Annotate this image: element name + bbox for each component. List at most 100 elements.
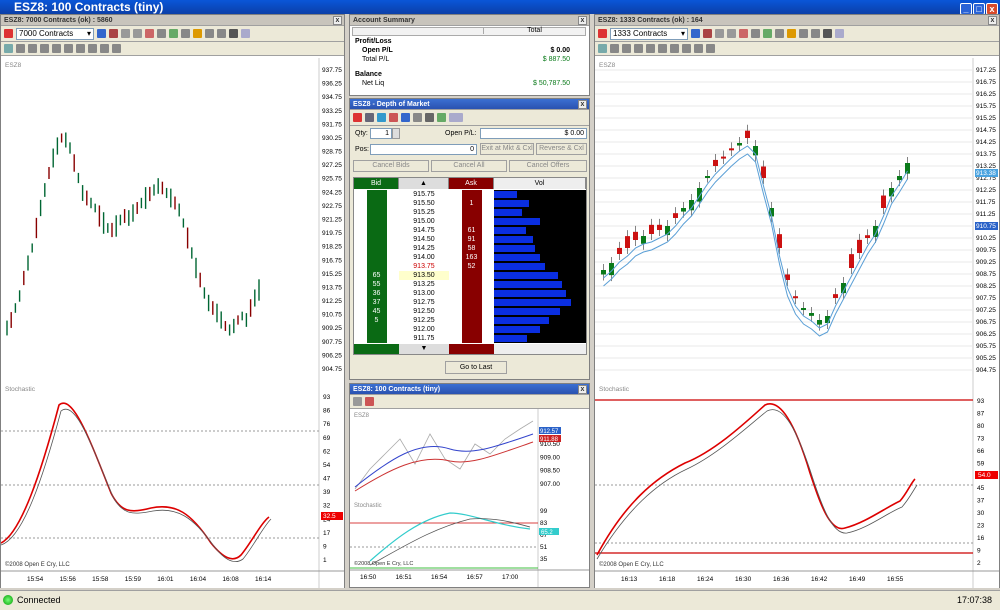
dom-row[interactable]: 913.75 52 <box>354 262 586 271</box>
draw-icon[interactable] <box>739 29 748 38</box>
dom-row[interactable]: 915.50 1 <box>354 199 586 208</box>
dom-bid-cell[interactable] <box>366 244 387 253</box>
indicator-icon[interactable] <box>703 29 712 38</box>
dom-ask-cell[interactable] <box>461 316 482 325</box>
mini-price-chart[interactable]: ESZ8910.50909.00908.50907.00912.57911.88 <box>350 409 589 499</box>
chart-type-icon[interactable] <box>691 29 700 38</box>
left-contracts-select[interactable]: 7000 Contracts ▾ <box>16 27 94 40</box>
dom-bid-cell[interactable]: 45 <box>366 307 387 316</box>
bell-icon[interactable] <box>389 113 398 122</box>
dom-header-up_arrow[interactable]: ▲ <box>399 178 449 189</box>
paste-icon[interactable] <box>811 29 820 38</box>
mini-chart-close-button[interactable]: x <box>578 385 587 394</box>
dom-bid-cell[interactable] <box>366 226 387 235</box>
dom-bid-cell[interactable]: 65 <box>366 271 387 280</box>
dom-bid-cell[interactable] <box>366 199 387 208</box>
grid-icon[interactable] <box>365 113 374 122</box>
balance-icon[interactable] <box>425 113 434 122</box>
check-icon[interactable] <box>437 113 446 122</box>
dom-bid-cell[interactable] <box>366 208 387 217</box>
right-stochastic-chart[interactable]: Stochastic9387807366595245373023169254.0… <box>595 383 999 588</box>
dom-ask-cell[interactable]: 52 <box>461 262 482 271</box>
dom-row[interactable]: 911.75 <box>354 334 586 343</box>
dom-ask-cell[interactable]: 1 <box>461 199 482 208</box>
dom-row[interactable]: 5 912.25 <box>354 316 586 325</box>
cancel-all-button[interactable]: Cancel All <box>431 160 507 172</box>
cursor-icon[interactable] <box>241 29 250 38</box>
cancel-offers-button[interactable]: Cancel Offers <box>509 160 587 172</box>
dom-ask-cell[interactable] <box>461 289 482 298</box>
dom-row[interactable]: 914.00 163 <box>354 253 586 262</box>
paste-icon[interactable] <box>217 29 226 38</box>
fib-tool-icon[interactable] <box>634 44 643 53</box>
magnet-tool-icon[interactable] <box>112 44 121 53</box>
line-tool-icon[interactable] <box>16 44 25 53</box>
hline-tool-icon[interactable] <box>28 44 37 53</box>
dom-close-button[interactable]: x <box>578 100 587 109</box>
dom-header-col_vol[interactable]: Vol <box>494 178 586 189</box>
hline-tool-icon[interactable] <box>622 44 631 53</box>
account-summary-close-button[interactable]: x <box>578 16 587 25</box>
dom-ask-cell[interactable] <box>461 208 482 217</box>
text-tool-icon[interactable] <box>52 44 61 53</box>
dom-ask-cell[interactable] <box>461 334 482 343</box>
copy-icon[interactable] <box>799 29 808 38</box>
indicator-icon[interactable] <box>109 29 118 38</box>
dom-row[interactable]: 915.75 <box>354 190 586 199</box>
dom-ask-cell[interactable]: 163 <box>461 253 482 262</box>
dom-row[interactable]: 55 913.25 <box>354 280 586 289</box>
dom-bid-cell[interactable]: 55 <box>366 280 387 289</box>
dom-ask-cell[interactable] <box>461 298 482 307</box>
arrow-tool-icon[interactable] <box>100 44 109 53</box>
channel-tool-icon[interactable] <box>682 44 691 53</box>
channel-tool-icon[interactable] <box>88 44 97 53</box>
settings-icon[interactable] <box>823 29 832 38</box>
right-chart-close-button[interactable]: x <box>988 16 997 25</box>
rect-tool-icon[interactable] <box>64 44 73 53</box>
zoom-in-icon[interactable] <box>353 397 362 406</box>
dom-ask-cell[interactable]: 91 <box>461 235 482 244</box>
dom-bid-cell[interactable]: 36 <box>366 289 387 298</box>
right-price-chart[interactable]: ESZ8 917.25 916.75 916.25 915.75 915.25 914.75… <box>595 58 999 383</box>
dom-ask-cell[interactable] <box>461 217 482 226</box>
fib-tool-icon[interactable] <box>40 44 49 53</box>
qty-input[interactable]: 1 <box>370 128 392 139</box>
dom-row[interactable]: 914.50 91 <box>354 235 586 244</box>
select-tool-icon[interactable] <box>598 44 607 53</box>
eraser-tool-icon[interactable] <box>670 44 679 53</box>
dom-ask-cell[interactable] <box>461 307 482 316</box>
dom-bid-cell[interactable] <box>366 190 387 199</box>
dom-bid-cell[interactable] <box>366 334 387 343</box>
mini-stochastic-chart[interactable]: Stochastic998367513565.2©2008 Open E Cry… <box>350 499 589 587</box>
eraser-tool-icon[interactable] <box>76 44 85 53</box>
exit-at-mkt-button[interactable]: Exit at Mkt & Cxl <box>480 143 534 155</box>
pin-icon[interactable] <box>353 113 362 122</box>
dom-row[interactable]: 912.00 <box>354 325 586 334</box>
dom-bid-cell[interactable] <box>366 325 387 334</box>
dom-ask-cell[interactable] <box>461 325 482 334</box>
dom-row[interactable]: 36 913.00 <box>354 289 586 298</box>
dom-bid-cell[interactable] <box>366 262 387 271</box>
trend-icon[interactable] <box>763 29 772 38</box>
left-stochastic-chart[interactable]: Stochastic93867669625447393224179132.5©2… <box>1 383 344 588</box>
globe-icon[interactable] <box>377 113 386 122</box>
dom-bid-cell[interactable]: 37 <box>366 298 387 307</box>
dom-ask-cell[interactable] <box>461 190 482 199</box>
dom-row[interactable]: 914.75 61 <box>354 226 586 235</box>
cursor-icon[interactable] <box>835 29 844 38</box>
grid-icon[interactable] <box>157 29 166 38</box>
dom-row[interactable]: 37 912.75 <box>354 298 586 307</box>
dom-row[interactable]: 915.25 <box>354 208 586 217</box>
zoom-in-icon[interactable] <box>715 29 724 38</box>
dom-footer-cell[interactable]: ▼ <box>399 344 449 354</box>
dom-bid-cell[interactable] <box>366 235 387 244</box>
zoom-out-icon[interactable] <box>365 397 374 406</box>
qty-stepper[interactable] <box>392 128 400 139</box>
draw-icon[interactable] <box>145 29 154 38</box>
select-tool-icon[interactable] <box>4 44 13 53</box>
right-contracts-select[interactable]: 1333 Contracts ▾ <box>610 27 688 40</box>
dom-bid-cell[interactable] <box>366 217 387 226</box>
cancel-bids-button[interactable]: Cancel Bids <box>353 160 429 172</box>
reverse-button[interactable]: Reverse & Cxl <box>536 143 587 155</box>
alert-icon[interactable] <box>787 29 796 38</box>
